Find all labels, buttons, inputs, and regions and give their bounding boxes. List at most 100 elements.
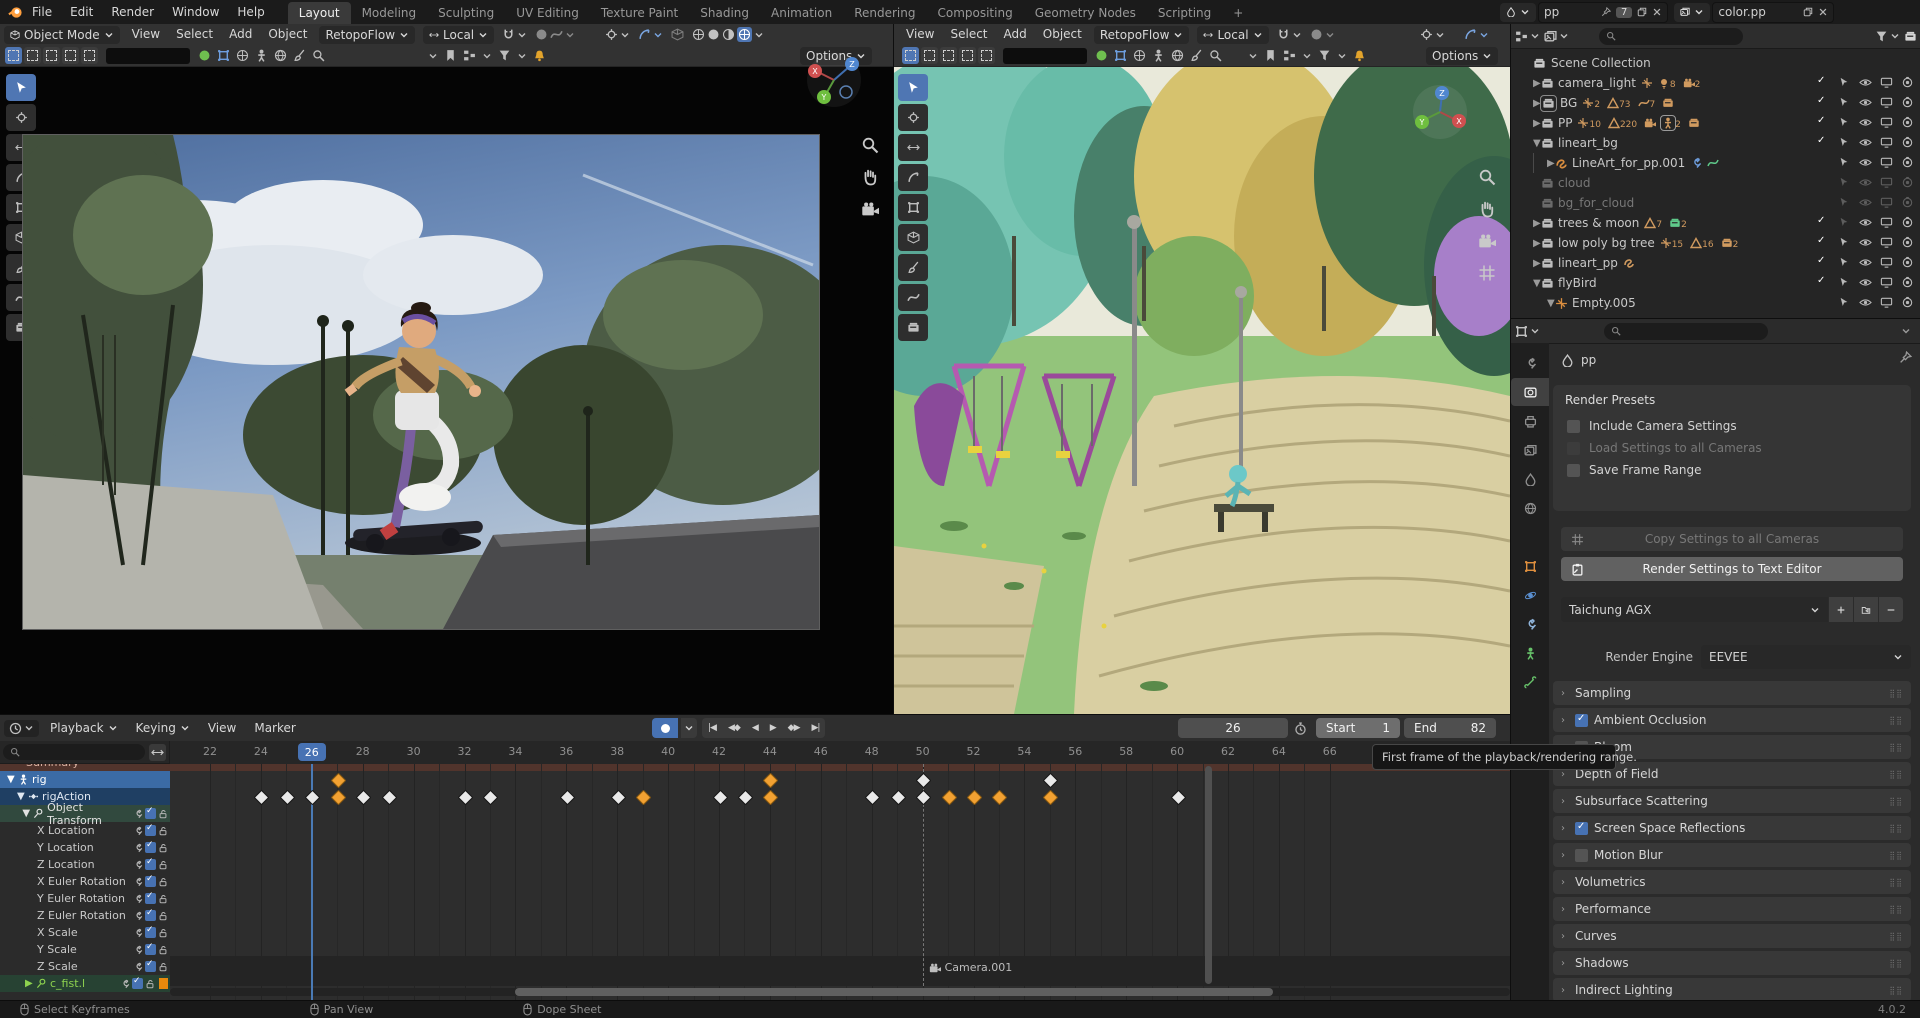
selectable-toggle-icon[interactable] xyxy=(1839,257,1849,267)
workspace-tab-layout[interactable]: Layout xyxy=(288,2,351,24)
outliner-row-flybird[interactable]: ▼flyBird xyxy=(1511,273,1920,293)
modifier-icon[interactable] xyxy=(133,945,143,955)
disable-render-icon[interactable] xyxy=(1901,196,1914,209)
workspace-tab-geometry-nodes[interactable]: Geometry Nodes xyxy=(1024,2,1147,24)
display-mode-dropdown[interactable] xyxy=(1544,30,1569,43)
outliner-row-bg-for-cloud[interactable]: bg_for_cloud xyxy=(1511,193,1920,213)
outliner-search-input[interactable] xyxy=(1599,28,1743,45)
preset-option-include-camera-settings[interactable]: Include Camera Settings xyxy=(1553,415,1911,437)
next-keyframe-button[interactable]: ◆▶ xyxy=(782,723,806,733)
lock-open-icon[interactable] xyxy=(145,979,155,989)
square-tool-icon[interactable] xyxy=(217,49,230,62)
section-shadows[interactable]: ›Shadows⣿⣿ xyxy=(1553,951,1911,975)
properties-search-input[interactable] xyxy=(1604,323,1768,340)
view-menu[interactable]: View xyxy=(128,24,164,45)
modifier-icon[interactable] xyxy=(133,877,143,887)
disable-viewport-icon[interactable] xyxy=(1880,96,1893,109)
channel-enable-checkbox[interactable] xyxy=(145,961,156,972)
channel-y-scale[interactable]: Y Scale xyxy=(0,941,170,958)
app-menu-file[interactable]: File xyxy=(23,0,61,24)
section-checkbox[interactable] xyxy=(1575,714,1588,727)
disable-render-icon[interactable] xyxy=(1901,156,1914,169)
section-ambient-occlusion[interactable]: ›Ambient Occlusion⣿⣿ xyxy=(1553,708,1911,732)
select-menu[interactable]: Select xyxy=(946,24,991,45)
disable-viewport-icon[interactable] xyxy=(1880,136,1893,149)
preset-option-save-frame-range[interactable]: Save Frame Range xyxy=(1553,459,1911,481)
hide-viewport-icon[interactable] xyxy=(1859,216,1872,229)
hide-viewport-icon[interactable] xyxy=(1859,296,1872,309)
expander-icon[interactable]: › xyxy=(1561,688,1569,699)
search-icon[interactable] xyxy=(1209,49,1222,62)
remove-view-layer-icon[interactable] xyxy=(1818,7,1828,17)
expander-icon[interactable]: ▼ xyxy=(1547,298,1555,309)
keyframe-rig-44[interactable] xyxy=(763,772,779,788)
lock-open-icon[interactable] xyxy=(158,826,168,836)
select-box-tool[interactable] xyxy=(898,74,928,101)
keyframe-rigAction-43[interactable] xyxy=(738,789,754,805)
hide-viewport-icon[interactable] xyxy=(1859,96,1872,109)
channel-enable-checkbox[interactable] xyxy=(145,808,156,819)
disable-viewport-icon[interactable] xyxy=(1880,156,1893,169)
shading-solid-icon[interactable] xyxy=(707,28,720,41)
lock-open-icon[interactable] xyxy=(158,945,168,955)
workspace-tab-compositing[interactable]: Compositing xyxy=(926,2,1023,24)
modifier-icon[interactable] xyxy=(133,843,143,853)
brush-tool-icon[interactable] xyxy=(293,49,306,62)
add-workspace-button[interactable]: + xyxy=(1222,2,1254,24)
properties-tab-world[interactable] xyxy=(1511,494,1549,522)
disable-render-icon[interactable] xyxy=(1901,116,1914,129)
outliner-row-low-poly-bg-tree[interactable]: ▶low poly bg tree15162 xyxy=(1511,233,1920,253)
selectable-toggle-icon[interactable] xyxy=(1839,157,1849,167)
keyframe-rigAction-27[interactable] xyxy=(330,789,346,805)
section-sampling[interactable]: ›Sampling⣿⣿ xyxy=(1553,681,1911,705)
properties-tab-collection[interactable] xyxy=(1511,523,1549,551)
properties-tab-bone[interactable] xyxy=(1511,668,1549,696)
bell-icon[interactable] xyxy=(533,49,546,62)
expander-icon[interactable]: › xyxy=(1561,904,1569,915)
zoom-icon[interactable] xyxy=(861,136,879,154)
v-scrollbar[interactable] xyxy=(1205,766,1212,984)
disable-viewport-icon[interactable] xyxy=(1880,76,1893,89)
select-extend-button[interactable] xyxy=(921,47,938,64)
modifier-icon[interactable] xyxy=(133,911,143,921)
import-preset-button[interactable] xyxy=(1854,597,1878,622)
end-frame-field[interactable]: End 82 xyxy=(1404,718,1496,738)
expander-icon[interactable]: ▶ xyxy=(1533,98,1541,109)
modifier-icon[interactable] xyxy=(133,809,143,819)
workspace-tab-texture-paint[interactable]: Texture Paint xyxy=(590,2,689,24)
current-frame-field[interactable]: 26 xyxy=(1178,718,1288,738)
disable-viewport-icon[interactable] xyxy=(1880,256,1893,269)
remove-preset-button[interactable] xyxy=(1879,597,1903,622)
section-screen-space-reflections[interactable]: ›Screen Space Reflections⣿⣿ xyxy=(1553,816,1911,840)
keyframe-rig-50[interactable] xyxy=(916,772,932,788)
zoom-icon[interactable] xyxy=(1478,168,1496,186)
navigation-gizmo[interactable]: Z X Y xyxy=(1412,84,1468,140)
select-extend-button[interactable] xyxy=(24,47,41,64)
drag-dots-icon[interactable]: ⣿⣿ xyxy=(1889,824,1903,833)
show-overlays-dropdown[interactable] xyxy=(1464,28,1489,41)
properties-tab-constraints[interactable] xyxy=(1511,610,1549,638)
drag-dots-icon[interactable]: ⣿⣿ xyxy=(1889,905,1903,914)
viewport-right[interactable]: View Select Add Object RetopoFlow Local xyxy=(894,24,1511,714)
channel-enable-checkbox[interactable] xyxy=(145,859,156,870)
outliner-row-pp[interactable]: ▶PP102202 xyxy=(1511,113,1920,133)
expand-collapse-icon[interactable] xyxy=(149,744,166,761)
start-frame-field[interactable]: Start 1 xyxy=(1316,718,1400,738)
move-tool[interactable] xyxy=(898,134,928,161)
modifier-icon[interactable] xyxy=(133,826,143,836)
hide-viewport-icon[interactable] xyxy=(1859,196,1872,209)
keyframe-rigAction-32[interactable] xyxy=(458,789,474,805)
channel-enable-checkbox[interactable] xyxy=(145,825,156,836)
add-cube-tool[interactable] xyxy=(898,314,928,341)
rotate-tool[interactable] xyxy=(898,164,928,191)
channel-search-input[interactable] xyxy=(3,744,145,760)
unlink-scene-icon[interactable] xyxy=(1652,7,1662,17)
drag-dots-icon[interactable]: ⣿⣿ xyxy=(1889,959,1903,968)
timeline-menu-view[interactable]: View xyxy=(199,715,245,741)
workspace-tab-uv-editing[interactable]: UV Editing xyxy=(505,2,590,24)
select-subtract-button[interactable] xyxy=(940,47,957,64)
disable-render-icon[interactable] xyxy=(1901,76,1914,89)
view-menu[interactable]: View xyxy=(902,24,938,45)
panel-title[interactable]: Render Presets xyxy=(1553,385,1911,415)
app-menu-edit[interactable]: Edit xyxy=(61,0,102,24)
